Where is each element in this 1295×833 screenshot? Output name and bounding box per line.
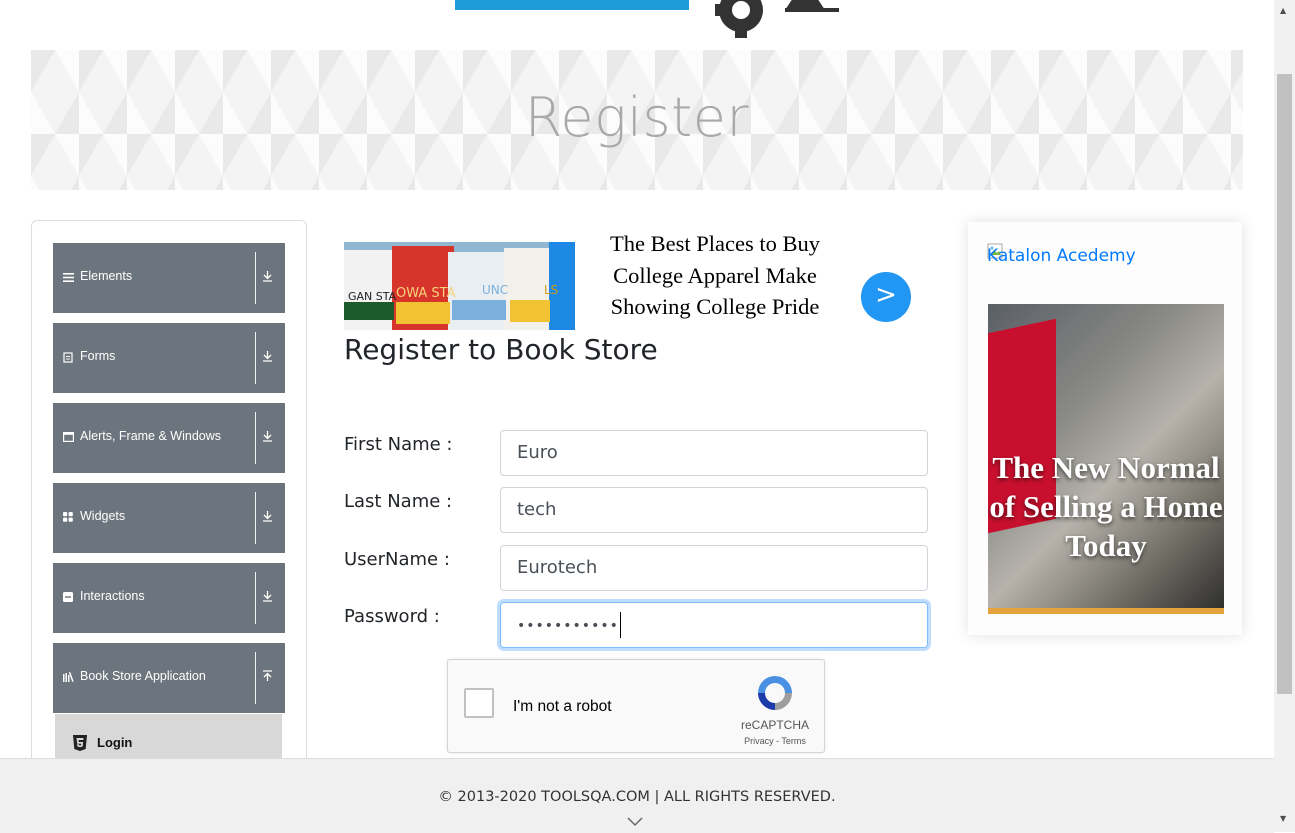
window-icon (63, 432, 75, 444)
last-name-label: Last Name : (344, 491, 453, 512)
divider (255, 252, 256, 304)
expand-icon[interactable] (262, 430, 273, 446)
divider (255, 412, 256, 464)
last-name-field[interactable]: tech (500, 487, 928, 533)
side-ad-accent-bar (988, 608, 1224, 614)
katalon-academy-link[interactable]: Katalon Acedemy (987, 246, 1136, 266)
menu-icon (63, 272, 75, 284)
chevron-down-icon[interactable] (627, 816, 643, 828)
expand-icon[interactable] (262, 510, 273, 526)
ad-image-college-apparel[interactable]: GAN STA OWA STA UNC LS (344, 242, 575, 330)
html5-icon (73, 735, 87, 751)
password-label: Password : (344, 606, 440, 627)
interactions-icon (63, 592, 75, 604)
scroll-down-icon[interactable]: ▼ (1280, 814, 1286, 823)
svg-text:GAN STA: GAN STA (348, 290, 397, 303)
sidebar-group-label: Forms (80, 349, 116, 363)
copyright-text: © 2013-2020 TOOLSQA.COM | ALL RIGHTS RES… (438, 789, 836, 805)
sidebar-group-widgets[interactable]: Widgets (53, 483, 285, 553)
divider (255, 572, 256, 624)
sidebar-group-label: Widgets (80, 509, 126, 523)
username-field[interactable]: Eurotech (500, 545, 928, 591)
bookstore-icon (63, 671, 75, 684)
expand-icon[interactable] (262, 350, 273, 366)
divider (255, 332, 256, 384)
divider (255, 652, 256, 704)
svg-text:OWA STA: OWA STA (396, 286, 456, 301)
sidebar-item-label: Login (97, 735, 133, 750)
page-title: Register (524, 86, 750, 149)
first-name-label: First Name : (344, 434, 453, 455)
sidebar-group-forms[interactable]: Forms (53, 323, 285, 393)
sidebar-group-elements[interactable]: Elements (53, 243, 285, 313)
form-icon (63, 352, 75, 364)
svg-text:LS: LS (544, 283, 558, 297)
sidebar-group-label: Alerts, Frame & Windows (80, 429, 222, 443)
recaptcha-label: I'm not a robot (513, 698, 612, 715)
first-name-field[interactable]: Euro (500, 430, 928, 476)
toolsqa-logo[interactable] (455, 0, 845, 40)
side-ad-panel: Katalon Acedemy The New Normal of Sellin… (968, 222, 1242, 635)
page-scrollbar[interactable]: ▲ ▼ (1274, 0, 1295, 832)
text-caret (619, 612, 621, 638)
expand-icon[interactable] (262, 590, 273, 606)
recaptcha-brand: reCAPTCHA (740, 718, 809, 732)
svg-text:UNC: UNC (482, 283, 508, 297)
sidebar-group-alerts[interactable]: Alerts, Frame & Windows (53, 403, 285, 473)
widgets-icon (63, 512, 75, 524)
ad-headline[interactable]: The Best Places to Buy College Apparel M… (592, 228, 838, 328)
username-label: UserName : (344, 549, 450, 570)
password-field[interactable]: ••••••••••• (500, 602, 928, 648)
sidebar-group-label: Book Store Application (80, 669, 206, 683)
sidebar-group-label: Interactions (80, 589, 145, 603)
expand-icon[interactable] (262, 270, 273, 286)
divider (255, 492, 256, 544)
sidebar-menu: Elements Forms Alerts, Frame & Windows W… (31, 220, 307, 782)
recaptcha-widget: I'm not a robot reCAPTCHA Privacy - Term… (447, 659, 825, 753)
recaptcha-checkbox[interactable] (464, 688, 494, 718)
ad-next-button[interactable]: > (861, 272, 911, 322)
password-value: ••••••••••• (517, 618, 619, 634)
side-ad-headline: The New Normal of Selling a Home Today (989, 450, 1223, 563)
scroll-up-icon[interactable]: ▲ (1280, 6, 1286, 15)
sidebar-group-book-store[interactable]: Book Store Application (53, 643, 285, 713)
page-banner: Register (31, 50, 1243, 190)
page-footer: © 2013-2020 TOOLSQA.COM | ALL RIGHTS RES… (0, 758, 1274, 833)
collapse-icon[interactable] (262, 670, 273, 686)
form-title: Register to Book Store (344, 333, 658, 366)
sidebar-group-label: Elements (80, 269, 133, 283)
recaptcha-privacy-terms-link[interactable]: Privacy - Terms (728, 736, 822, 746)
side-ad-image[interactable]: The New Normal of Selling a Home Today (988, 304, 1224, 614)
sidebar-group-interactions[interactable]: Interactions (53, 563, 285, 633)
recaptcha-logo-icon (758, 676, 792, 710)
scrollbar-thumb[interactable] (1277, 74, 1292, 694)
